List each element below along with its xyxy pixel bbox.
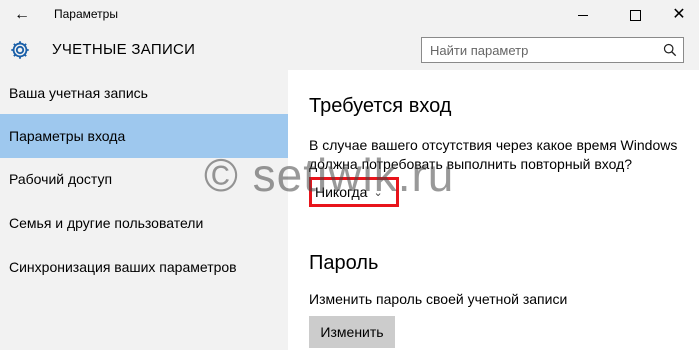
main-content: Требуется вход В случае вашего отсутстви… bbox=[288, 70, 699, 350]
page-header: УЧЕТНЫЕ ЗАПИСИ bbox=[0, 30, 699, 70]
sidebar-item-family[interactable]: Семья и другие пользователи bbox=[0, 201, 288, 245]
sidebar: Ваша учетная запись Параметры входа Рабо… bbox=[0, 70, 288, 350]
close-button[interactable]: ✕ bbox=[656, 0, 699, 30]
sidebar-item-label: Семья и другие пользователи bbox=[9, 215, 204, 231]
signin-heading: Требуется вход bbox=[309, 95, 452, 117]
sidebar-item-your-account[interactable]: Ваша учетная запись bbox=[0, 71, 288, 115]
arrow-left-icon: ← bbox=[14, 6, 30, 23]
back-button[interactable]: ← bbox=[0, 0, 44, 30]
password-heading: Пароль bbox=[309, 252, 379, 274]
sidebar-item-sync[interactable]: Синхронизация ваших параметров bbox=[0, 245, 288, 289]
search-box[interactable] bbox=[421, 37, 684, 63]
close-icon: ✕ bbox=[672, 6, 686, 23]
maximize-button[interactable] bbox=[612, 0, 658, 30]
search-icon[interactable] bbox=[663, 43, 677, 57]
change-password-button[interactable]: Изменить bbox=[309, 316, 395, 348]
sidebar-item-label: Параметры входа bbox=[9, 128, 126, 144]
app-title: Параметры bbox=[54, 7, 118, 21]
sidebar-item-label: Ваша учетная запись bbox=[9, 85, 148, 101]
gear-icon bbox=[11, 41, 29, 59]
title-bar: ← Параметры ✕ bbox=[0, 0, 699, 30]
minimize-button[interactable] bbox=[560, 0, 606, 30]
watermark: © setiwik.ru bbox=[204, 149, 455, 201]
minimize-icon bbox=[578, 14, 588, 16]
sidebar-item-label: Синхронизация ваших параметров bbox=[9, 259, 237, 275]
page-title: УЧЕТНЫЕ ЗАПИСИ bbox=[52, 41, 196, 58]
password-description: Изменить пароль своей учетной записи bbox=[309, 291, 568, 307]
sidebar-item-label: Рабочий доступ bbox=[9, 171, 113, 187]
search-input[interactable] bbox=[422, 38, 660, 62]
maximize-icon bbox=[629, 9, 641, 21]
